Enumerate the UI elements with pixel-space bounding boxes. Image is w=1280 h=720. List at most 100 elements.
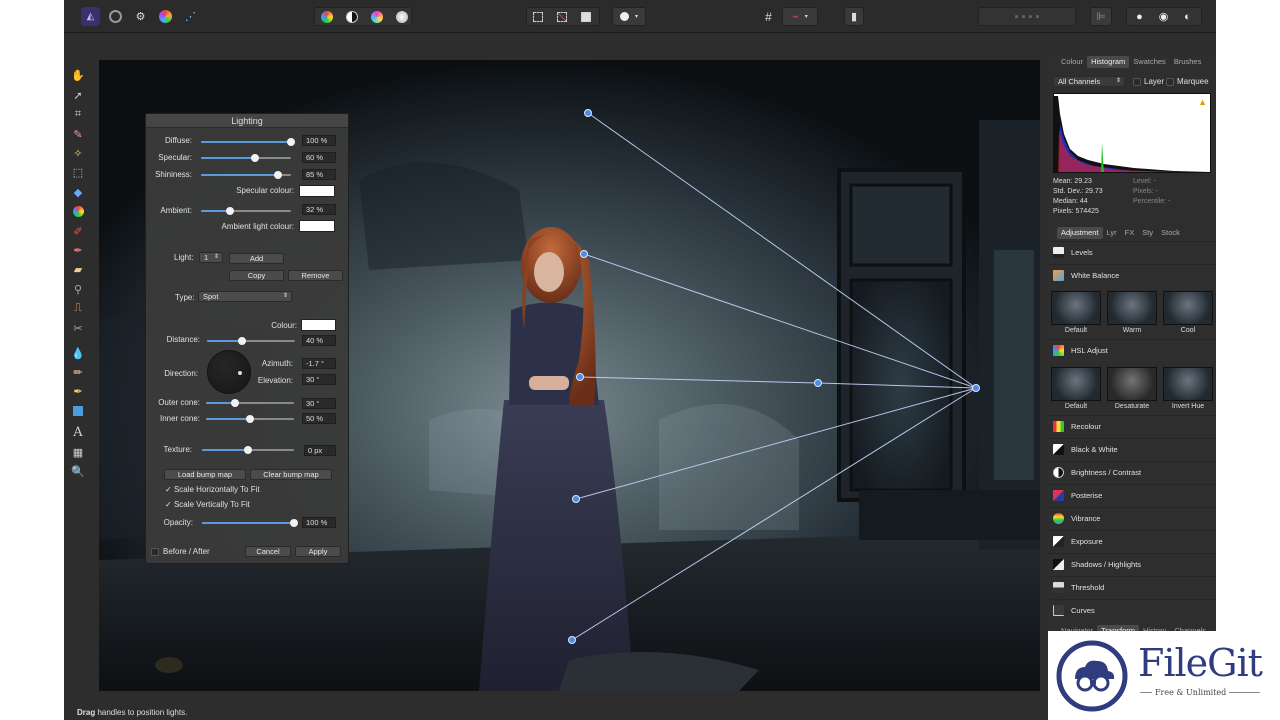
persona-develop-icon[interactable]: ⚙ [131, 7, 150, 26]
layer-checkbox[interactable] [1133, 78, 1141, 86]
adjustment-brightness-contrast[interactable]: Brightness / Contrast [1047, 461, 1216, 483]
shininess-slider[interactable] [201, 171, 291, 179]
light-type-select[interactable]: Spot ⇕ [198, 291, 292, 302]
tab-fx[interactable]: FX [1121, 227, 1139, 239]
distance-slider[interactable] [207, 337, 295, 345]
scale-vertically-checkbox[interactable]: ✓ Scale Vertically To Fit [165, 500, 250, 509]
quick-mask-icon[interactable]: ▾ [612, 7, 646, 26]
ambient-value[interactable]: 32 % [302, 204, 336, 215]
align-icon[interactable]: ⊫ [1090, 7, 1112, 26]
hsl-preset-desaturate[interactable] [1107, 367, 1157, 401]
add-light-button[interactable]: Add [229, 253, 284, 264]
specular-value[interactable]: 60 % [302, 152, 336, 163]
persona-tone-icon[interactable] [156, 7, 175, 26]
blur-brush-icon[interactable]: 💧 [70, 345, 86, 361]
wb-preset-default[interactable] [1051, 291, 1101, 325]
zoom-tool-icon[interactable]: 🔍 [70, 463, 86, 479]
specular-colour-swatch[interactable] [299, 185, 335, 197]
hand-tool-icon[interactable]: ✋ [70, 67, 86, 83]
opacity-slider[interactable] [202, 519, 298, 527]
remove-light-button[interactable]: Remove [288, 270, 343, 281]
assistant-icon[interactable]: ▮ [844, 7, 864, 26]
adjustment-black-white[interactable]: Black & White [1047, 438, 1216, 460]
wb-preset-cool[interactable] [1163, 291, 1213, 325]
shininess-value[interactable]: 85 % [302, 169, 336, 180]
subtract-shape-icon[interactable]: ◉ [1154, 7, 1173, 26]
hsl-preset-default[interactable] [1051, 367, 1101, 401]
light-stepper[interactable]: 1 ⇕ [199, 252, 223, 263]
adjustment-levels[interactable]: Levels [1047, 241, 1216, 263]
distance-value[interactable]: 40 % [302, 335, 336, 346]
marquee-checkbox[interactable] [1166, 78, 1174, 86]
healing-brush-icon[interactable]: ✂ [70, 320, 86, 336]
colour-picker-icon[interactable] [70, 203, 86, 219]
crop-tool-icon[interactable]: ⌗ [70, 106, 86, 122]
ambient-light-colour-swatch[interactable] [299, 220, 335, 232]
tab-swatches[interactable]: Swatches [1129, 56, 1170, 68]
adjustment-white-balance[interactable]: White Balance [1047, 264, 1216, 286]
auto-contrast-icon[interactable] [342, 7, 361, 26]
clear-bump-map-button[interactable]: Clear bump map [250, 469, 332, 480]
channels-select[interactable]: All Channels ⇕ [1053, 76, 1125, 87]
mixer-brush-icon[interactable]: ✒ [70, 242, 86, 258]
direction-dial-handle[interactable] [238, 371, 242, 375]
hsl-preset-invert-hue[interactable] [1163, 367, 1213, 401]
tab-layers[interactable]: Lyr [1103, 227, 1121, 239]
apply-button[interactable]: Apply [295, 546, 341, 557]
auto-levels-icon[interactable] [317, 7, 336, 26]
tab-brushes[interactable]: Brushes [1170, 56, 1206, 68]
intersect-shape-icon[interactable]: ◐ [1178, 7, 1197, 26]
direction-dial[interactable] [207, 350, 251, 394]
clone-brush-icon[interactable]: ⎍ [70, 300, 86, 316]
diffuse-slider[interactable] [201, 138, 295, 146]
specular-slider[interactable] [201, 154, 291, 162]
adjustment-curves[interactable]: Curves [1047, 599, 1216, 621]
ambient-slider[interactable] [201, 207, 291, 215]
load-bump-map-button[interactable]: Load bump map [164, 469, 246, 480]
tab-adjustment[interactable]: Adjustment [1057, 227, 1103, 239]
texture-value[interactable]: 0 px [304, 445, 336, 456]
outer-cone-slider[interactable] [206, 399, 294, 407]
tab-styles[interactable]: Sty [1138, 227, 1157, 239]
snapping-icon[interactable]: ⌁ ▾ [782, 7, 818, 26]
light-colour-swatch[interactable] [301, 319, 336, 331]
mesh-warp-icon[interactable]: ▦ [70, 444, 86, 460]
add-shape-icon[interactable]: ● [1130, 7, 1149, 26]
pen-tool-icon[interactable]: ✒ [70, 383, 86, 399]
deselect-icon[interactable] [552, 7, 571, 26]
shape-tool-icon[interactable] [70, 403, 86, 419]
move-tool-icon[interactable]: ➚ [70, 87, 86, 103]
adjustment-vibrance[interactable]: Vibrance [1047, 507, 1216, 529]
cancel-button[interactable]: Cancel [245, 546, 291, 557]
erase-brush-icon[interactable]: ▰ [70, 261, 86, 277]
auto-white-balance-icon[interactable] [392, 7, 411, 26]
azimuth-value[interactable]: -1.7 ° [302, 358, 336, 369]
adjustment-recolour[interactable]: Recolour [1047, 415, 1216, 437]
tab-histogram[interactable]: Histogram [1087, 56, 1130, 68]
copy-light-button[interactable]: Copy [229, 270, 284, 281]
adjustment-shadows-highlights[interactable]: Shadows / Highlights [1047, 553, 1216, 575]
marquee-icon[interactable] [528, 7, 547, 26]
grid-icon[interactable]: # [759, 7, 778, 26]
adjustment-threshold[interactable]: Threshold [1047, 576, 1216, 598]
wb-preset-warm[interactable] [1107, 291, 1157, 325]
opacity-value[interactable]: 100 % [302, 517, 336, 528]
tab-stock[interactable]: Stock [1157, 227, 1184, 239]
invert-selection-icon[interactable] [576, 7, 595, 26]
dodge-brush-icon[interactable]: ⚲ [70, 281, 86, 297]
tab-colour[interactable]: Colour [1057, 56, 1087, 68]
smudge-brush-icon[interactable]: ✏ [70, 364, 86, 380]
adjustment-posterise[interactable]: Posterise [1047, 484, 1216, 506]
elevation-value[interactable]: 30 ° [302, 374, 336, 385]
marquee-tool-icon[interactable]: ⬚ [70, 164, 86, 180]
before-after-checkbox[interactable] [151, 548, 159, 556]
flood-select-icon[interactable]: ✧ [70, 145, 86, 161]
adjustment-exposure[interactable]: Exposure [1047, 530, 1216, 552]
text-tool-icon[interactable]: A [70, 424, 86, 440]
scale-horizontally-checkbox[interactable]: ✓ Scale Horizontally To Fit [165, 485, 260, 494]
inner-cone-value[interactable]: 50 % [302, 413, 336, 424]
outer-cone-value[interactable]: 30 ° [302, 398, 336, 409]
paint-brush-icon[interactable]: ✐ [70, 223, 86, 239]
diffuse-value[interactable]: 100 % [302, 135, 336, 146]
texture-slider[interactable] [202, 446, 294, 454]
